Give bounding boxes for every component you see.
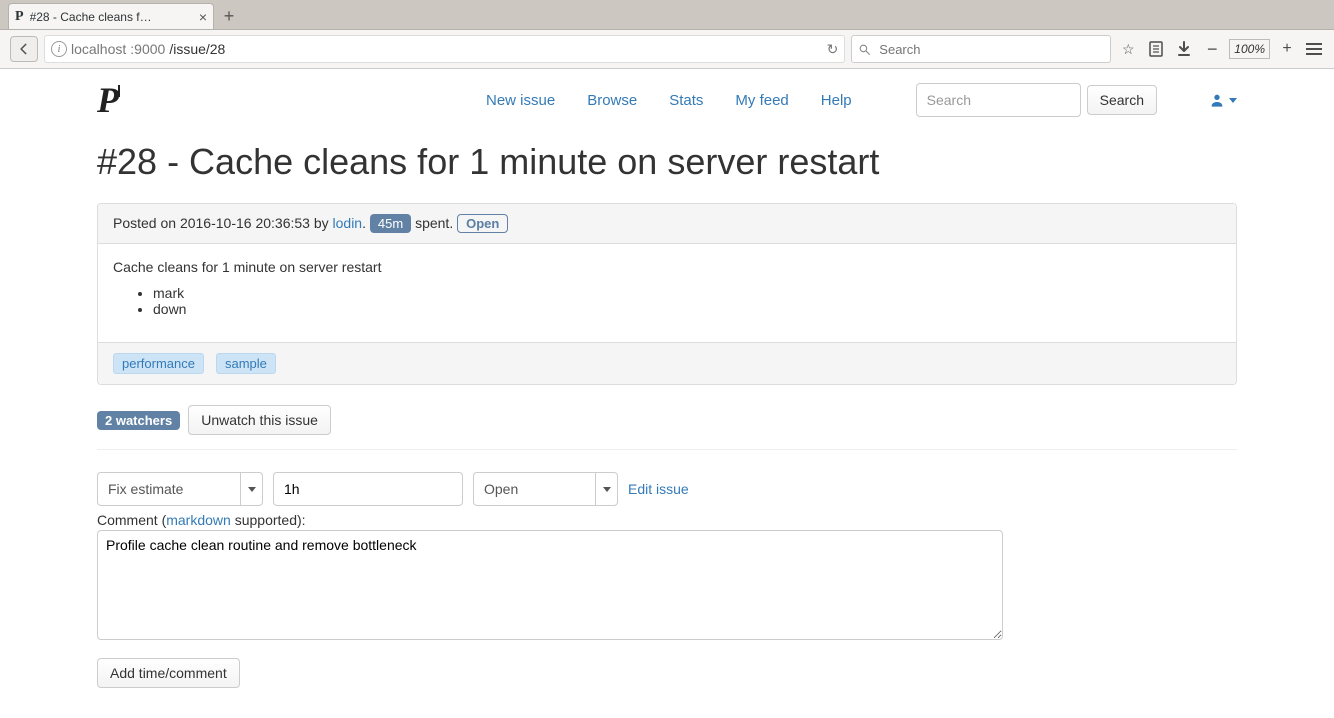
- markdown-link[interactable]: markdown: [166, 512, 231, 528]
- spent-suffix: spent.: [411, 215, 457, 231]
- issue-panel: Posted on 2016-10-16 20:36:53 by lodin. …: [97, 203, 1237, 385]
- nav-browse[interactable]: Browse: [587, 92, 637, 109]
- user-menu[interactable]: [1209, 92, 1237, 108]
- new-tab-button[interactable]: +: [216, 5, 242, 27]
- arrow-left-icon: [17, 42, 31, 56]
- zoom-out-icon[interactable]: −: [1201, 35, 1223, 63]
- brand-logo[interactable]: P: [97, 82, 118, 118]
- browser-search[interactable]: [851, 35, 1111, 63]
- posted-by-text: by: [310, 215, 333, 231]
- time-input[interactable]: [273, 472, 463, 506]
- update-form-row: Fix estimate Open Edit issue: [97, 472, 1237, 506]
- app-search-button[interactable]: Search: [1087, 85, 1157, 115]
- status-select-value: Open: [484, 481, 518, 497]
- app-search-input[interactable]: [916, 83, 1081, 117]
- divider: [97, 449, 1237, 450]
- tag-performance[interactable]: performance: [113, 353, 204, 374]
- issue-body-bullet: mark: [153, 285, 1221, 301]
- comment-textarea[interactable]: [97, 530, 1003, 640]
- issue-body-text: Cache cleans for 1 minute on server rest…: [113, 259, 1221, 275]
- downloads-icon[interactable]: [1173, 35, 1195, 63]
- tab-favicon: P: [15, 10, 24, 24]
- issue-title: #28 - Cache cleans for 1 minute on serve…: [97, 141, 1237, 183]
- watchers-row: 2 watchers Unwatch this issue: [97, 405, 1237, 435]
- nav-stats[interactable]: Stats: [669, 92, 703, 109]
- address-bar[interactable]: i localhost:9000/issue/28 ↻: [44, 35, 845, 63]
- reload-icon[interactable]: ↻: [827, 41, 839, 58]
- tag-sample[interactable]: sample: [216, 353, 276, 374]
- posted-at: 2016-10-16 20:36:53: [180, 215, 310, 231]
- reader-view-icon[interactable]: [1145, 35, 1167, 63]
- zoom-in-icon[interactable]: +: [1276, 35, 1298, 63]
- status-badge: Open: [457, 214, 508, 233]
- caret-down-icon: [1229, 98, 1237, 103]
- user-icon: [1209, 92, 1225, 108]
- chevron-down-icon: [595, 473, 617, 505]
- nav-help[interactable]: Help: [821, 92, 852, 109]
- app-navbar: P New issue Browse Stats My feed Help Se…: [97, 69, 1237, 131]
- add-time-comment-button[interactable]: Add time/comment: [97, 658, 240, 688]
- url-path: /issue/28: [169, 41, 225, 57]
- time-spent-badge: 45m: [370, 214, 411, 233]
- zoom-level[interactable]: 100%: [1229, 39, 1270, 59]
- browser-toolbar: i localhost:9000/issue/28 ↻ ☆ − 100% +: [0, 30, 1334, 69]
- tab-title: #28 - Cache cleans f…: [30, 10, 193, 24]
- unwatch-button[interactable]: Unwatch this issue: [188, 405, 331, 435]
- url-host: localhost: [71, 41, 126, 57]
- action-select-value: Fix estimate: [108, 481, 183, 497]
- nav-links: New issue Browse Stats My feed Help Sear…: [486, 83, 1237, 117]
- chevron-down-icon: [240, 473, 262, 505]
- search-icon: [858, 43, 871, 56]
- url-port: :9000: [130, 41, 165, 57]
- edit-issue-link[interactable]: Edit issue: [628, 481, 689, 497]
- bookmark-star-icon[interactable]: ☆: [1117, 35, 1139, 63]
- menu-icon[interactable]: [1304, 35, 1324, 63]
- site-info-icon[interactable]: i: [51, 41, 67, 57]
- posted-prefix: Posted on: [113, 215, 180, 231]
- issue-tags: performance sample: [98, 342, 1236, 384]
- back-button[interactable]: [10, 36, 38, 62]
- status-select[interactable]: Open: [473, 472, 618, 506]
- tab-close-icon[interactable]: ×: [199, 10, 207, 24]
- issue-body-bullet: down: [153, 301, 1221, 317]
- browser-tab[interactable]: P #28 - Cache cleans f… ×: [8, 3, 214, 29]
- comment-label: Comment (markdown supported):: [97, 512, 1237, 528]
- nav-my-feed[interactable]: My feed: [735, 92, 788, 109]
- issue-body: Cache cleans for 1 minute on server rest…: [98, 244, 1236, 342]
- watchers-badge: 2 watchers: [97, 411, 180, 430]
- browser-search-input[interactable]: [877, 41, 1104, 58]
- author-link[interactable]: lodin: [333, 215, 363, 231]
- nav-new-issue[interactable]: New issue: [486, 92, 555, 109]
- action-select[interactable]: Fix estimate: [97, 472, 263, 506]
- issue-meta: Posted on 2016-10-16 20:36:53 by lodin. …: [98, 204, 1236, 244]
- browser-tabstrip: P #28 - Cache cleans f… × +: [0, 0, 1334, 30]
